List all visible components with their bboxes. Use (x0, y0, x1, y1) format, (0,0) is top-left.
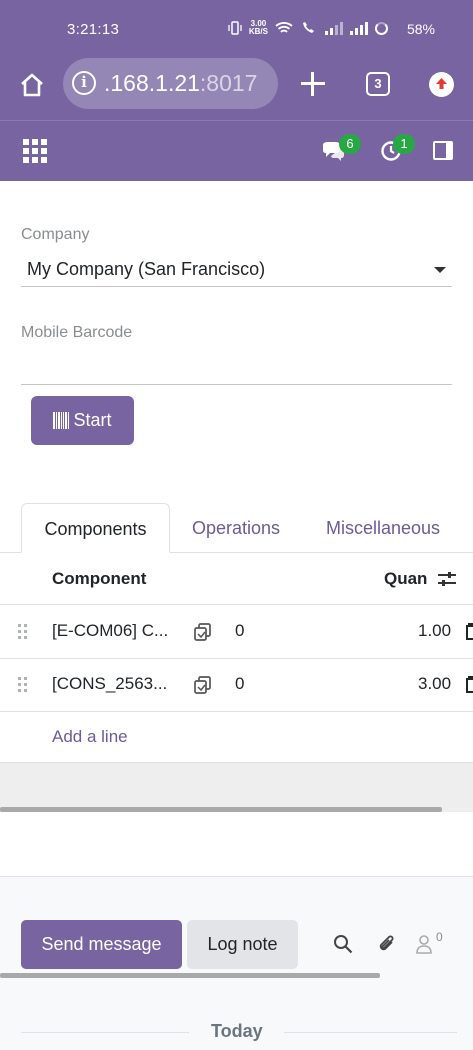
tab-components[interactable]: Components (21, 503, 170, 553)
send-message-button[interactable]: Send message (21, 920, 182, 969)
table-row[interactable]: [CONS_2563... 0 3.00 (0, 659, 473, 712)
url-host: .168.1.21 (104, 70, 200, 96)
drag-handle-icon[interactable] (18, 677, 27, 692)
date-divider-right (284, 1032, 457, 1033)
browser-update-icon[interactable] (429, 72, 454, 97)
barcode-label: Mobile Barcode (21, 324, 133, 341)
company-label: Company (21, 226, 90, 243)
site-info-icon[interactable]: i (72, 71, 96, 95)
tab-operations[interactable]: Operations (180, 503, 292, 553)
forecast-icon[interactable] (193, 622, 213, 642)
status-bar: 3:21:13 3.00 KB/S 58% (0, 0, 473, 58)
browser-toolbar: i .168.1.21:8017 3 (0, 58, 473, 120)
drag-handle-icon[interactable] (18, 624, 27, 639)
wifi-icon (275, 22, 293, 33)
battery-icon (375, 21, 388, 35)
row-quantity[interactable]: 3.00 (418, 674, 451, 694)
signal-icon-1 (325, 21, 343, 35)
tab-miscellaneous[interactable]: Miscellaneous (313, 503, 453, 553)
chatter-toggle-icon[interactable] (433, 141, 453, 160)
forecast-icon[interactable] (193, 675, 213, 695)
status-icons: 3.00 KB/S (228, 20, 388, 36)
log-note-button[interactable]: Log note (187, 920, 298, 969)
chatter: Send message Log note 0 Today (0, 876, 473, 1050)
column-header-quantity[interactable]: Quan (384, 569, 428, 589)
network-speed: 3.00 KB/S (249, 20, 268, 36)
vibrate-icon (228, 21, 242, 35)
barcode-input[interactable] (21, 350, 452, 385)
table-horizontal-scrollbar[interactable] (0, 807, 442, 812)
signal-icon-2 (350, 21, 368, 35)
paperclip-icon[interactable] (376, 933, 398, 955)
date-divider-left (21, 1032, 189, 1033)
row-availability: 0 (235, 674, 245, 693)
table-row[interactable]: [E-COM06] C... 0 1.00 (0, 606, 473, 659)
network-speed-unit: KB/S (248, 27, 268, 36)
url-text[interactable]: .168.1.21:8017 (104, 70, 257, 97)
call-icon (303, 22, 314, 33)
search-icon[interactable] (333, 934, 353, 954)
tab-switcher-button[interactable]: 3 (366, 72, 390, 96)
company-value[interactable]: My Company (San Francisco) (27, 259, 265, 280)
table-footer (0, 762, 473, 812)
url-port: :8017 (199, 70, 258, 96)
date-separator: Today (211, 1021, 263, 1041)
optional-columns-icon[interactable] (437, 570, 457, 588)
url-bar[interactable]: i .168.1.21:8017 (63, 58, 278, 109)
chatter-scrollbar[interactable] (0, 973, 380, 978)
top-chrome: 3:21:13 3.00 KB/S 58% i .168.1.21:8017 3 … (0, 0, 473, 181)
home-icon[interactable] (18, 71, 46, 99)
status-time: 3:21:13 (67, 21, 120, 38)
new-tab-icon[interactable] (298, 68, 328, 98)
row-availability: 0 (235, 621, 245, 640)
row-quantity[interactable]: 1.00 (418, 621, 451, 641)
row-component[interactable]: [CONS_2563... (52, 674, 167, 694)
delete-icon[interactable] (465, 676, 473, 694)
followers-icon[interactable] (415, 934, 433, 954)
battery-level: 58% (406, 21, 435, 37)
row-component[interactable]: [E-COM06] C... (52, 621, 168, 641)
column-header-component[interactable]: Component (52, 569, 146, 589)
odoo-navbar: 6 1 (0, 120, 473, 181)
table-header: Component Quan (0, 553, 473, 605)
start-scan-button[interactable]: Start (31, 396, 134, 445)
start-button-label: Start (73, 410, 112, 430)
chevron-down-icon[interactable] (434, 267, 446, 273)
add-line-link[interactable]: Add a line (52, 727, 128, 747)
activities-count-badge: 1 (393, 134, 415, 154)
delete-icon[interactable] (465, 623, 473, 641)
apps-menu-icon[interactable] (23, 139, 47, 163)
followers-count: 0 (436, 930, 443, 944)
barcode-icon (53, 412, 70, 429)
messages-count-badge: 6 (339, 134, 361, 154)
